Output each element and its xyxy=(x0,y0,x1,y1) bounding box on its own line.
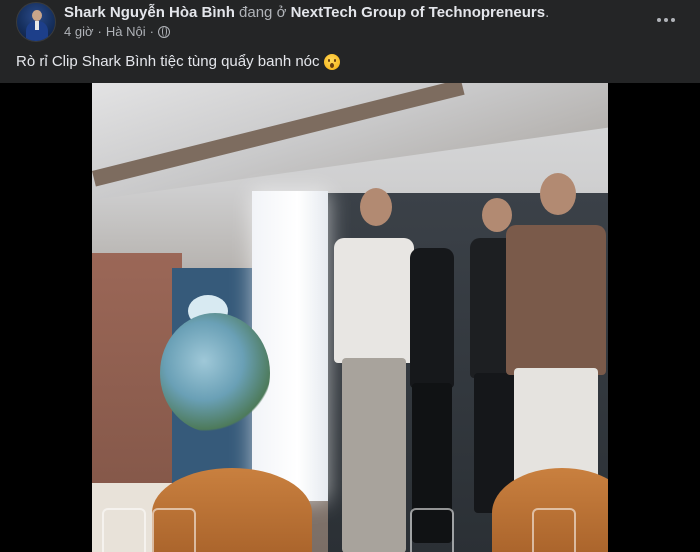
meta-separator: · xyxy=(97,24,102,39)
author-name-link[interactable]: Shark Nguyễn Hòa Bình xyxy=(64,4,235,21)
more-horizontal-icon xyxy=(657,18,675,22)
post-meta: 4 giờ · Hà Nội · xyxy=(64,24,170,40)
meta-separator: · xyxy=(149,24,154,39)
astonished-face-emoji-icon xyxy=(323,54,340,70)
post-location-link[interactable]: Hà Nội xyxy=(106,24,146,40)
globe-icon[interactable] xyxy=(157,26,170,38)
avatar-shirt xyxy=(35,21,39,30)
video-thumbnail[interactable] xyxy=(92,83,608,552)
author-avatar[interactable] xyxy=(16,2,56,42)
checkin-text: đang ở xyxy=(239,4,287,21)
group-suffix: . xyxy=(545,4,550,21)
wine-glass xyxy=(102,508,146,552)
video-player[interactable] xyxy=(0,83,700,552)
avatar-head xyxy=(32,10,42,21)
post-timestamp-link[interactable]: 4 giờ xyxy=(64,24,94,40)
post-options-button[interactable] xyxy=(650,6,682,34)
post-caption: Rò rỉ Clip Shark Bình tiệc tùng quẩy ban… xyxy=(16,52,340,72)
group-name-link[interactable]: NextTech Group of Technopreneurs xyxy=(291,4,545,21)
wine-glass xyxy=(410,508,454,552)
post-caption-text: Rò rỉ Clip Shark Bình tiệc tùng quẩy ban… xyxy=(16,53,320,70)
post-header: Shark Nguyễn Hòa Bình đang ở NextTech Gr… xyxy=(0,0,700,42)
wine-glass xyxy=(532,508,576,552)
wine-glass xyxy=(152,508,196,552)
author-line: Shark Nguyễn Hòa Bình đang ở NextTech Gr… xyxy=(64,4,549,22)
flower-arrangement xyxy=(160,313,270,433)
